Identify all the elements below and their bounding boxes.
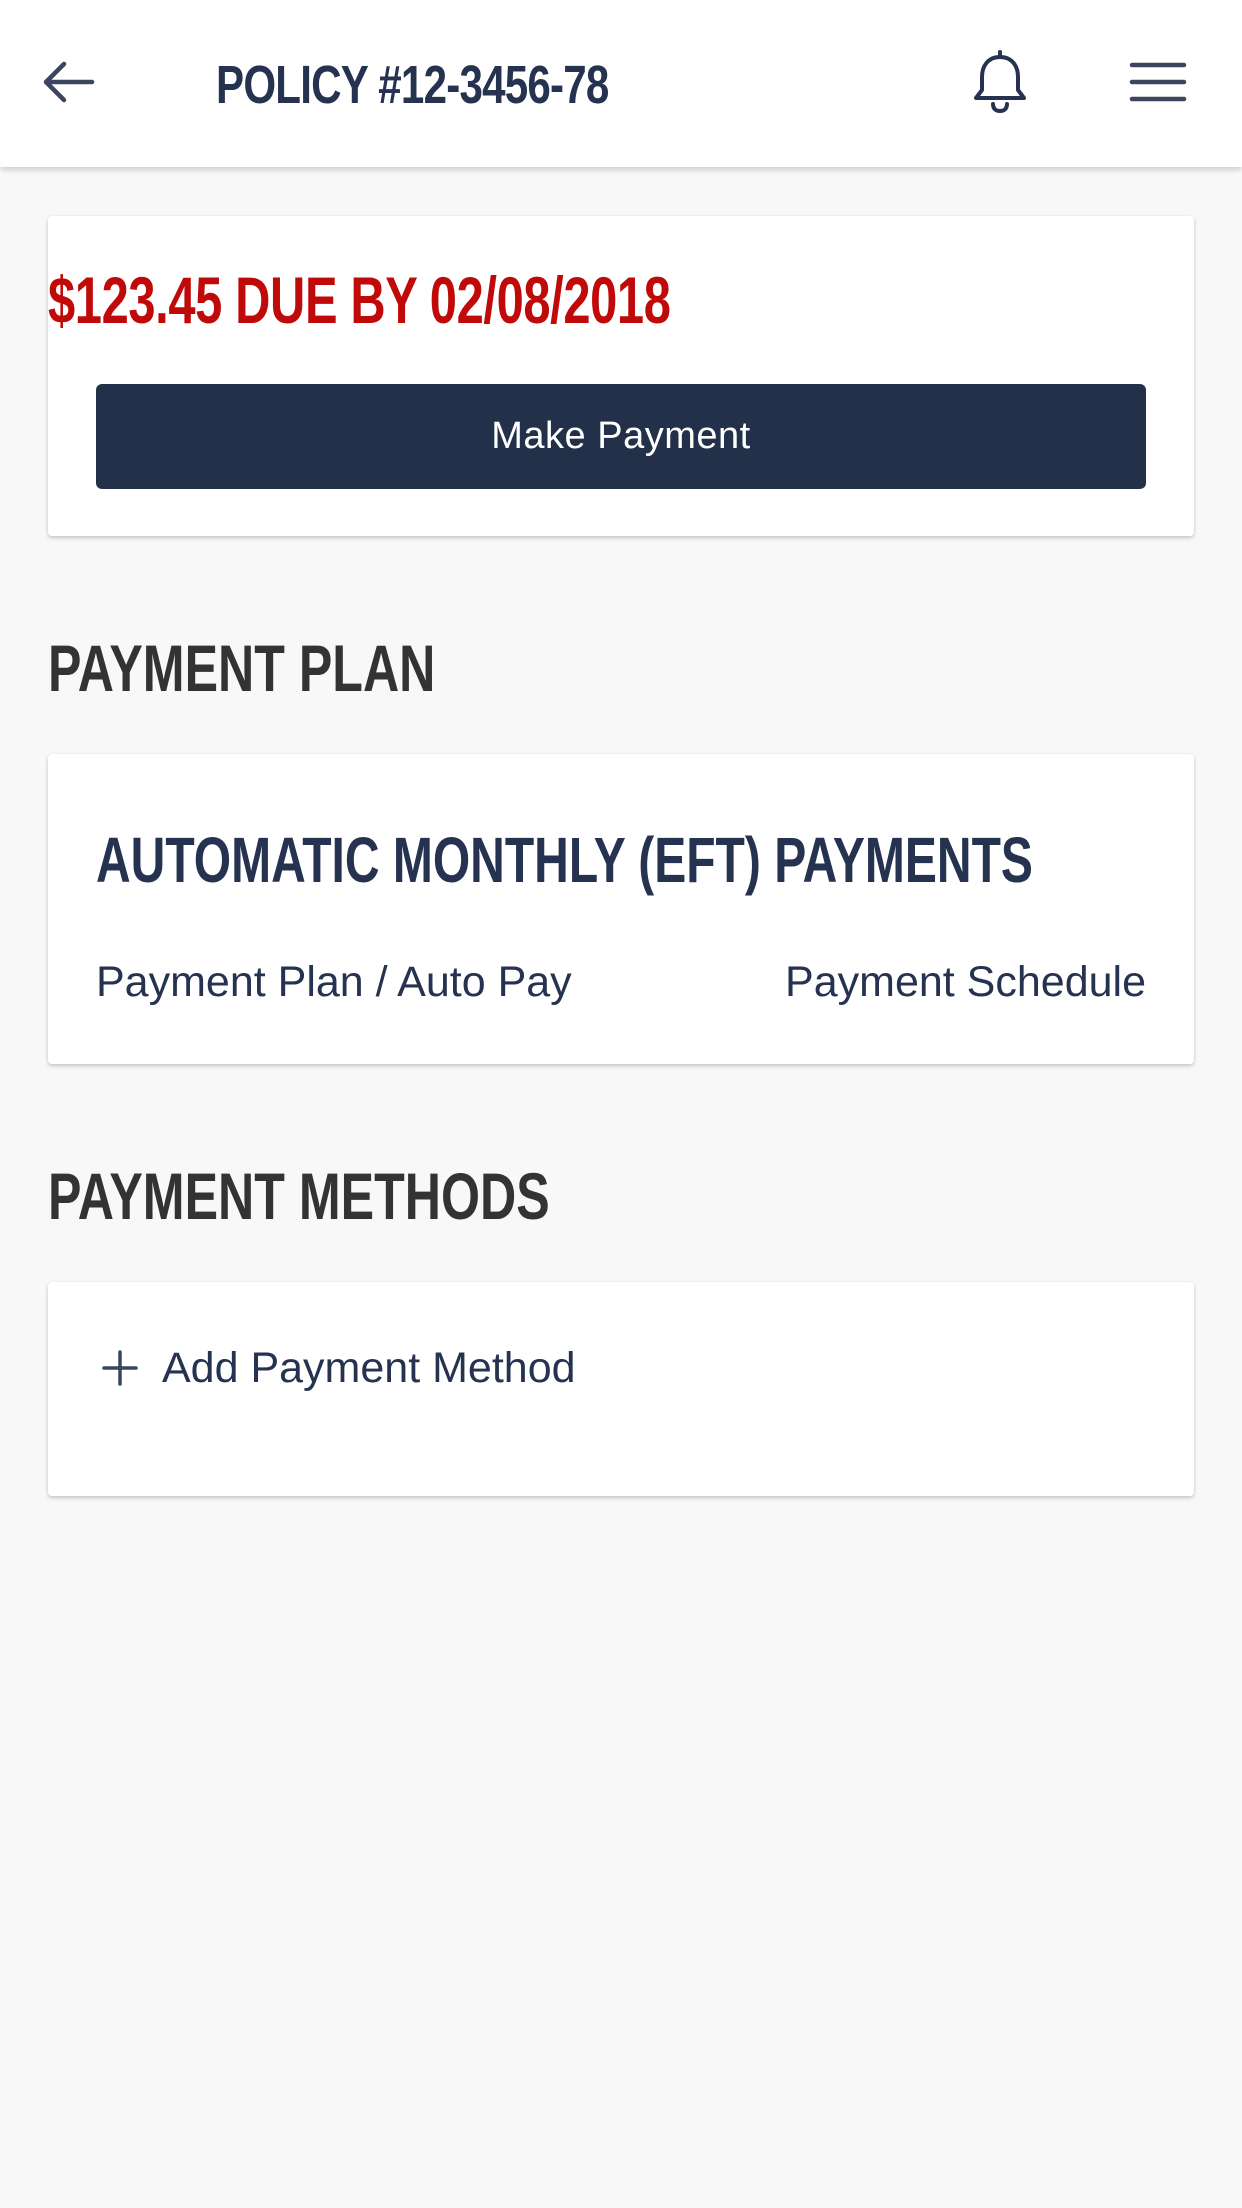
make-payment-button[interactable]: Make Payment: [96, 384, 1146, 489]
payment-schedule-link[interactable]: Payment Schedule: [785, 954, 1146, 1010]
payment-plan-card: [48, 754, 1194, 1064]
add-payment-method-button[interactable]: Add Payment Method: [100, 1338, 576, 1398]
payment-plan-auto-pay-link[interactable]: Payment Plan / Auto Pay: [96, 954, 572, 1010]
payment-plan-title: AUTOMATIC MONTHLY (EFT) PAYMENTS: [96, 824, 1033, 896]
plus-icon: [100, 1348, 140, 1388]
payment-plan-heading: PAYMENT PLAN: [48, 631, 436, 705]
bell-icon: [971, 49, 1029, 119]
payment-methods-heading: PAYMENT METHODS: [48, 1159, 550, 1233]
back-button[interactable]: [40, 44, 130, 124]
menu-button[interactable]: [1118, 44, 1198, 124]
notifications-button[interactable]: [960, 44, 1040, 124]
app-header: POLICY #12-3456-78: [0, 0, 1242, 167]
hamburger-menu-icon: [1129, 60, 1187, 109]
arrow-left-icon: [40, 54, 96, 115]
page-title: POLICY #12-3456-78: [216, 55, 609, 115]
amount-due-text: $123.45 DUE BY 02/08/2018: [48, 263, 671, 337]
add-payment-method-label: Add Payment Method: [162, 1344, 576, 1392]
